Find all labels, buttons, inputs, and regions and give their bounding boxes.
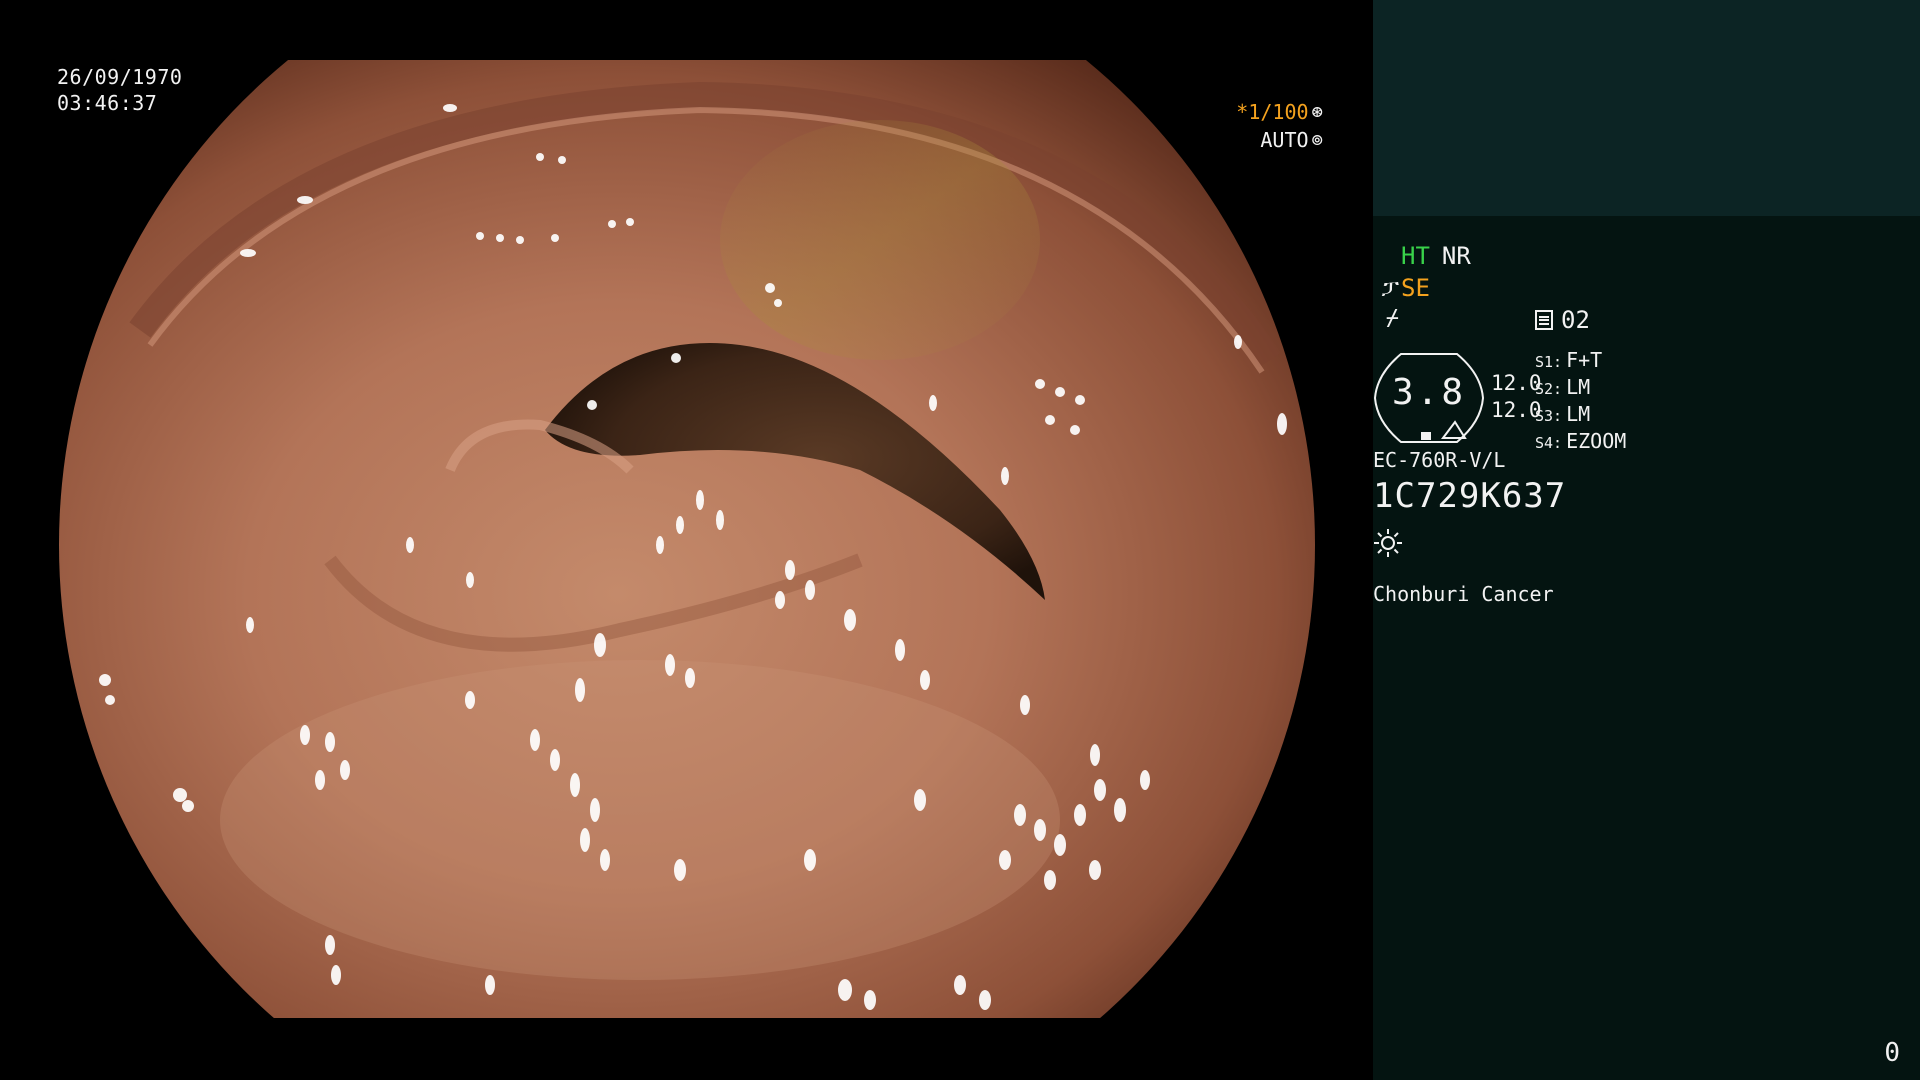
switch-key: S1: — [1535, 353, 1563, 371]
structure-enhance-label: HT — [1401, 242, 1430, 270]
switch-row: S4: EZOOM — [1535, 429, 1626, 456]
zoom-value: 3.8 — [1391, 372, 1467, 413]
endoscopy-screen: 26/09/1970 03:46:37 *1/100 ⊛ AUTO ⊚ HT N… — [0, 0, 1920, 1080]
document-count-row: 02 — [1535, 306, 1590, 334]
switch-value: EZOOM — [1566, 429, 1627, 453]
switch-assignments: S1: F+T S2: LM S3: LM S4: EZOOM — [1535, 348, 1626, 456]
scope-serial: 1C729K637 — [1373, 476, 1567, 516]
zoom-levels: 12.0 12.0 — [1491, 370, 1542, 424]
colon-lumen-image — [59, 60, 1315, 1018]
switch-key: S4: — [1535, 434, 1563, 452]
info-panel: HT NR ፓ SE ⌿ 02 3.8 12.0 12.0 S1: F+T S2… — [1373, 0, 1920, 1080]
exposure-settings: *1/100 ⊛ AUTO ⊚ — [1236, 98, 1323, 154]
color-enhance-row: ፓ SE — [1373, 274, 1430, 302]
image-counter: 0 — [1884, 1038, 1900, 1068]
endoscopic-image: 26/09/1970 03:46:37 *1/100 ⊛ AUTO ⊚ — [0, 0, 1373, 1080]
zoom-level-b: 12.0 — [1491, 398, 1542, 422]
exam-datetime: 26/09/1970 03:46:37 — [57, 64, 182, 116]
document-count: 02 — [1561, 306, 1590, 334]
switch-row: S2: LM — [1535, 375, 1626, 402]
switch-value: LM — [1566, 375, 1591, 399]
exam-time: 03:46:37 — [57, 91, 158, 115]
aperture-icon: ⊛ — [1311, 101, 1323, 123]
enhancement-row: HT NR — [1401, 242, 1471, 270]
zoom-level-a: 12.0 — [1491, 371, 1542, 395]
switch-value: F+T — [1566, 348, 1603, 372]
shutter-speed: *1/100 — [1236, 100, 1309, 124]
info-panel-header — [1373, 0, 1920, 216]
switch-value: LM — [1566, 402, 1591, 426]
switch-row: S1: F+T — [1535, 348, 1626, 375]
scope-tip-icon: ፓ — [1381, 275, 1399, 301]
iris-mode: AUTO — [1260, 128, 1309, 152]
freeze-icon: ⌿ — [1385, 306, 1399, 331]
noise-reduction-label: NR — [1441, 242, 1471, 270]
light-source-icon — [1374, 529, 1402, 557]
color-enhance-label: SE — [1401, 274, 1430, 302]
document-icon — [1535, 310, 1553, 330]
switch-row: S3: LM — [1535, 402, 1626, 429]
iris-icon: ⊚ — [1311, 129, 1323, 151]
switch-key: S3: — [1535, 407, 1563, 425]
switch-key: S2: — [1535, 380, 1563, 398]
scope-model: EC-760R-V/L — [1373, 448, 1506, 472]
exam-date: 26/09/1970 — [57, 65, 183, 89]
hospital-name: Chonburi Cancer — [1373, 582, 1554, 606]
